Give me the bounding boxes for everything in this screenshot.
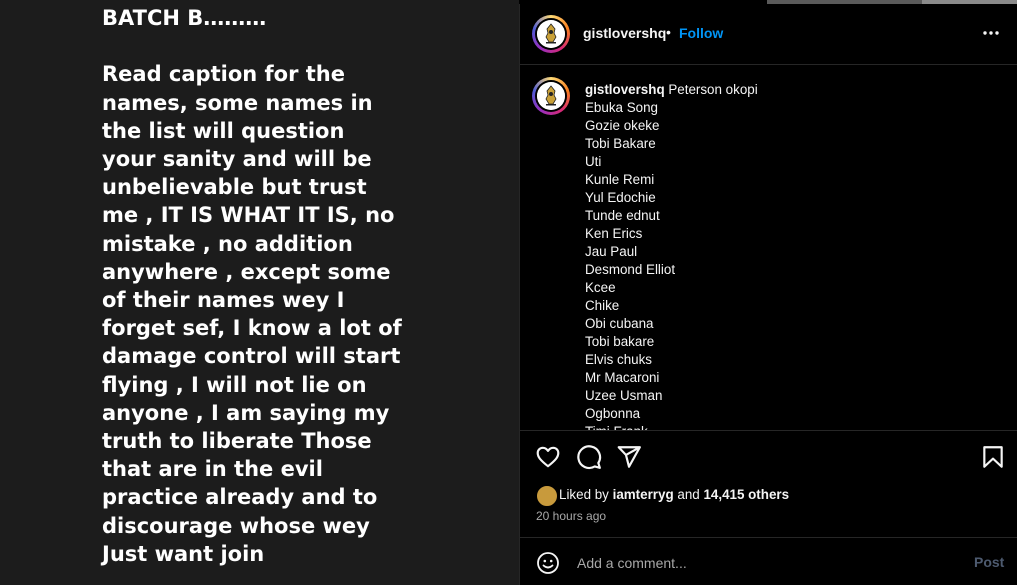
caption-name-line: Uti [585, 154, 602, 169]
caption-name-line: Ken Erics [585, 226, 643, 241]
comment-input[interactable] [575, 552, 959, 574]
header-username[interactable]: gistlovershq [583, 25, 666, 41]
action-bar [520, 431, 1017, 481]
caption-name-line: Yul Edochie [585, 190, 656, 205]
caption-name-line: Obi cubana [585, 316, 654, 331]
emoji-icon[interactable] [536, 551, 560, 575]
caption-name-line: Kunle Remi [585, 172, 655, 187]
separator-dot: • [666, 24, 671, 40]
share-icon[interactable] [616, 444, 642, 470]
caption-name-line: Jau Paul [585, 244, 638, 259]
follow-button[interactable]: Follow [679, 25, 723, 41]
caption-name-line: Tobi Bakare [585, 136, 656, 151]
caption-name-line: Gozie okeke [585, 118, 660, 133]
post-image-text: BATCH B……… Read caption for the names, s… [102, 6, 402, 566]
caption-name-line: Tunde ednut [585, 208, 660, 223]
liker-username[interactable]: iamterryg [613, 487, 674, 502]
caption-name-line: Desmond Elliot [585, 262, 676, 277]
divider [520, 537, 1017, 538]
caption-username[interactable]: gistlovershq [585, 82, 665, 97]
caption-name-line: Timi Frank [585, 423, 1005, 430]
post-comment-button[interactable]: Post [974, 554, 1004, 570]
caption-names-list: Ebuka Song Gozie okeke Tobi Bakare Uti Kunle… [585, 99, 1005, 430]
caption-avatar[interactable] [532, 77, 570, 115]
caption-text: gistlovershq Peterson okopi Ebuka Song Go… [585, 81, 1005, 430]
post-details-panel: gistlovershq • Follow gistlovershq Peter… [519, 4, 1017, 585]
bookmark-icon[interactable] [980, 444, 1006, 470]
caption-name-line: Chike [585, 298, 620, 313]
caption-name-line: Ebuka Song [585, 100, 658, 115]
caption-name-line: Mr Macaroni [585, 370, 660, 385]
caption-name-line: Uzee Usman [585, 388, 663, 403]
heart-icon[interactable] [535, 444, 561, 470]
post-timestamp[interactable]: 20 hours ago [536, 509, 606, 523]
likes-count[interactable]: 14,415 others [703, 487, 789, 502]
comment-icon[interactable] [576, 444, 602, 470]
comment-bar: Post [520, 539, 1017, 585]
caption-name-line: Tobi bakare [585, 334, 655, 349]
more-horizontal-icon[interactable] [981, 23, 1001, 43]
caption-area: gistlovershq Peterson okopi Ebuka Song Go… [520, 65, 1017, 430]
caption-name-line: Ogbonna [585, 406, 641, 421]
caption-name-line: Elvis chuks [585, 352, 652, 367]
caption-name-line: Kcee [585, 280, 616, 295]
likes-prefix: Liked by [559, 487, 609, 502]
post-image: BATCH B……… Read caption for the names, s… [0, 0, 519, 585]
likes-and: and [677, 487, 700, 502]
post-header: gistlovershq • Follow [520, 4, 1017, 65]
avatar[interactable] [532, 15, 570, 53]
caption-first-name: Peterson okopi [668, 82, 758, 97]
liker-avatar[interactable] [536, 485, 558, 507]
